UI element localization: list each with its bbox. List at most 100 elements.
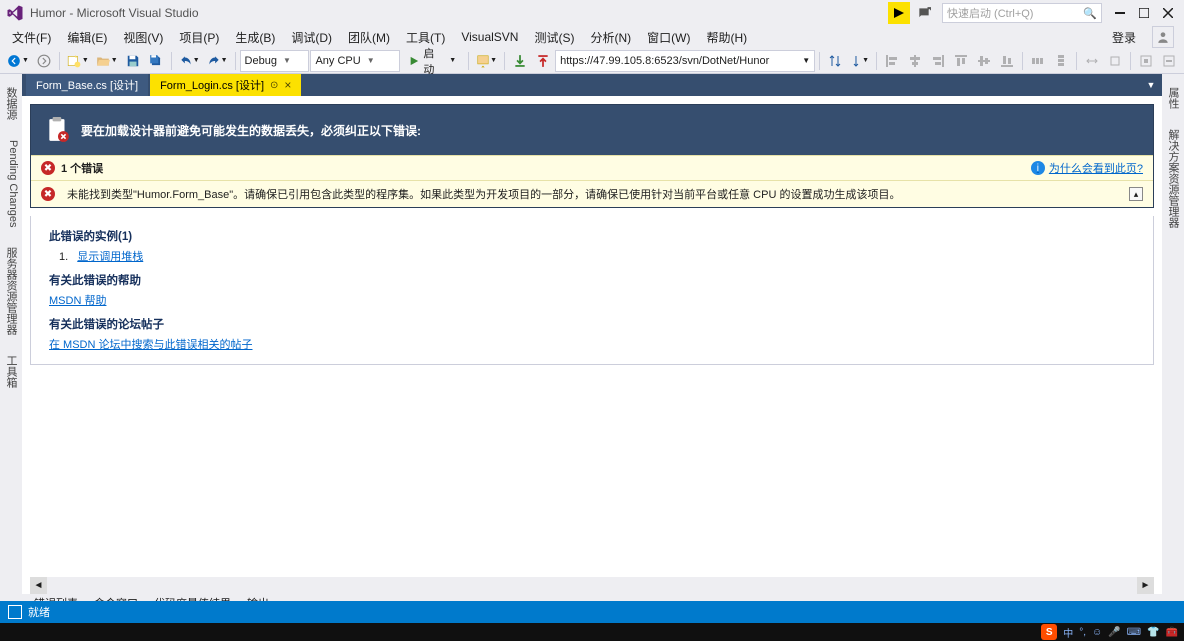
menu-file[interactable]: 文件(F) xyxy=(4,27,59,48)
ime-mode-icon[interactable]: 中 xyxy=(1063,625,1073,640)
ime-keyboard-icon[interactable]: ⌨ xyxy=(1127,627,1141,638)
help-heading: 有关此错误的帮助 xyxy=(49,272,1135,288)
menu-analyze[interactable]: 分析(N) xyxy=(582,27,639,48)
close-button[interactable] xyxy=(1156,1,1180,25)
scroll-left-button[interactable]: ◄ xyxy=(30,577,47,594)
svn-commit-button[interactable] xyxy=(532,50,554,72)
collapse-button[interactable]: ▴ xyxy=(1129,187,1143,201)
solution-platform-combo[interactable]: Any CPU▼ xyxy=(310,50,400,72)
menu-edit[interactable]: 编辑(E) xyxy=(59,27,115,48)
new-project-button[interactable]: ▼ xyxy=(64,50,92,72)
maximize-button[interactable] xyxy=(1132,1,1156,25)
error-icon: ✖ xyxy=(41,187,55,201)
status-indicator-icon xyxy=(8,605,22,619)
browse-button[interactable]: ▼ xyxy=(473,50,500,72)
side-tab-data-sources[interactable]: 数据源 xyxy=(0,80,22,127)
align-bottom-button[interactable] xyxy=(996,50,1018,72)
side-tab-solution-explorer[interactable]: 解决方案资源管理器 xyxy=(1162,122,1184,235)
size-width-button[interactable] xyxy=(1081,50,1103,72)
svn-log-button[interactable]: ▼ xyxy=(847,50,872,72)
open-file-button[interactable]: ▼ xyxy=(93,50,121,72)
save-all-button[interactable] xyxy=(145,50,167,72)
svn-diff-button[interactable] xyxy=(824,50,846,72)
start-debug-button[interactable]: 启动▼ xyxy=(401,50,464,72)
menu-team[interactable]: 团队(M) xyxy=(340,27,398,48)
redo-button[interactable]: ▼ xyxy=(204,50,231,72)
scroll-right-button[interactable]: ► xyxy=(1137,577,1154,594)
ime-voice-icon[interactable]: 🎤 xyxy=(1108,627,1120,638)
size-height-button[interactable] xyxy=(1104,50,1126,72)
quick-launch-placeholder: 快速启动 (Ctrl+Q) xyxy=(947,5,1033,21)
error-detail-panel: 此错误的实例(1) 1. 显示调用堆栈 有关此错误的帮助 MSDN 帮助 有关此… xyxy=(30,216,1154,365)
ime-skin-icon[interactable]: 👕 xyxy=(1147,627,1159,638)
center-h-button[interactable] xyxy=(1135,50,1157,72)
menu-test[interactable]: 测试(S) xyxy=(526,27,582,48)
align-center-h-button[interactable] xyxy=(904,50,926,72)
why-see-this-link[interactable]: i 为什么会看到此页? xyxy=(1031,160,1143,176)
align-left-button[interactable] xyxy=(881,50,903,72)
close-tab-icon[interactable]: × xyxy=(284,78,291,92)
side-tab-pending-changes[interactable]: Pending Changes xyxy=(0,133,22,234)
error-count-label: 1 个错误 xyxy=(61,160,103,176)
banner-header: 要在加载设计器前避免可能发生的数据丢失，必须纠正以下错误: xyxy=(31,105,1153,155)
os-taskbar: S 中 °, ☺ 🎤 ⌨ 👕 🧰 xyxy=(0,623,1184,641)
menu-debug[interactable]: 调试(D) xyxy=(283,27,340,48)
side-tab-properties[interactable]: 属性 xyxy=(1162,80,1184,116)
msdn-forum-search-link[interactable]: 在 MSDN 论坛中搜索与此错误相关的帖子 xyxy=(49,339,253,351)
banner-title: 要在加载设计器前避免可能发生的数据丢失，必须纠正以下错误: xyxy=(81,122,421,139)
msdn-help-link[interactable]: MSDN 帮助 xyxy=(49,295,106,307)
nav-forward-button[interactable] xyxy=(33,50,55,72)
menu-window[interactable]: 窗口(W) xyxy=(639,27,698,48)
error-message-text: 未能找到类型"Humor.Form_Base"。请确保已引用包含此类型的程序集。… xyxy=(67,186,900,202)
sign-in-link[interactable]: 登录 xyxy=(1102,27,1146,48)
align-middle-button[interactable] xyxy=(973,50,995,72)
center-v-button[interactable] xyxy=(1158,50,1180,72)
ime-toolbox-icon[interactable]: 🧰 xyxy=(1166,627,1178,638)
notification-flag-icon[interactable] xyxy=(888,2,910,24)
error-banner: 要在加载设计器前避免可能发生的数据丢失，必须纠正以下错误: ✖ 1 个错误 i … xyxy=(30,104,1154,208)
doc-tab-form-base[interactable]: Form_Base.cs [设计] xyxy=(26,74,148,96)
error-badge-icon: ✖ xyxy=(41,161,55,175)
document-tab-strip: Form_Base.cs [设计] Form_Login.cs [设计] ⊙ ×… xyxy=(22,74,1162,96)
align-right-button[interactable] xyxy=(927,50,949,72)
instances-heading: 此错误的实例(1) xyxy=(49,228,1135,244)
side-tab-toolbox[interactable]: 工具箱 xyxy=(0,348,22,395)
menu-project[interactable]: 项目(P) xyxy=(171,27,227,48)
pin-icon[interactable]: ⊙ xyxy=(270,80,278,91)
right-tool-tabs: 属性 解决方案资源管理器 xyxy=(1162,74,1184,594)
minimize-button[interactable] xyxy=(1108,1,1132,25)
doc-tabs-dropdown[interactable]: ▼ xyxy=(1140,74,1162,96)
standard-toolbar: ▼ ▼ ▼ ▼ ▼ Debug▼ Any CPU▼ 启动▼ ▼ https://… xyxy=(0,48,1184,74)
error-count-row: ✖ 1 个错误 i 为什么会看到此页? xyxy=(31,155,1153,180)
title-bar: Humor - Microsoft Visual Studio 快速启动 (Ct… xyxy=(0,0,1184,26)
search-icon: 🔍 xyxy=(1083,7,1097,20)
ime-emoji-icon[interactable]: ☺ xyxy=(1092,627,1102,638)
undo-button[interactable]: ▼ xyxy=(176,50,203,72)
show-call-stack-link[interactable]: 显示调用堆栈 xyxy=(77,251,143,263)
horizontal-scrollbar[interactable]: ◄ ► xyxy=(30,577,1154,594)
svn-url-combo[interactable]: https://47.99.105.8:6523/svn/DotNet/Huno… xyxy=(555,50,815,72)
menu-build[interactable]: 生成(B) xyxy=(227,27,283,48)
menu-view[interactable]: 视图(V) xyxy=(115,27,171,48)
quick-launch-input[interactable]: 快速启动 (Ctrl+Q) 🔍 xyxy=(942,3,1102,23)
ime-punct-icon[interactable]: °, xyxy=(1079,627,1086,638)
side-tab-server-explorer[interactable]: 服务器资源管理器 xyxy=(0,240,22,342)
menu-visualsvn[interactable]: VisualSVN xyxy=(453,28,526,46)
solution-config-combo[interactable]: Debug▼ xyxy=(240,50,310,72)
menu-help[interactable]: 帮助(H) xyxy=(698,27,755,48)
save-button[interactable] xyxy=(122,50,144,72)
sogou-ime-icon[interactable]: S xyxy=(1041,624,1057,640)
document-area: Form_Base.cs [设计] Form_Login.cs [设计] ⊙ ×… xyxy=(22,74,1162,594)
svn-update-button[interactable] xyxy=(509,50,531,72)
align-top-button[interactable] xyxy=(950,50,972,72)
status-text: 就绪 xyxy=(28,604,50,620)
forum-heading: 有关此错误的论坛帖子 xyxy=(49,316,1135,332)
nav-back-button[interactable]: ▼ xyxy=(4,50,32,72)
menu-bar: 文件(F) 编辑(E) 视图(V) 项目(P) 生成(B) 调试(D) 团队(M… xyxy=(0,26,1184,48)
account-avatar-button[interactable] xyxy=(1152,26,1174,48)
spacing-v-button[interactable] xyxy=(1050,50,1072,72)
doc-tab-form-login[interactable]: Form_Login.cs [设计] ⊙ × xyxy=(150,74,301,96)
feedback-icon[interactable] xyxy=(912,1,936,25)
left-tool-tabs: 数据源 Pending Changes 服务器资源管理器 工具箱 xyxy=(0,74,22,594)
spacing-h-button[interactable] xyxy=(1027,50,1049,72)
